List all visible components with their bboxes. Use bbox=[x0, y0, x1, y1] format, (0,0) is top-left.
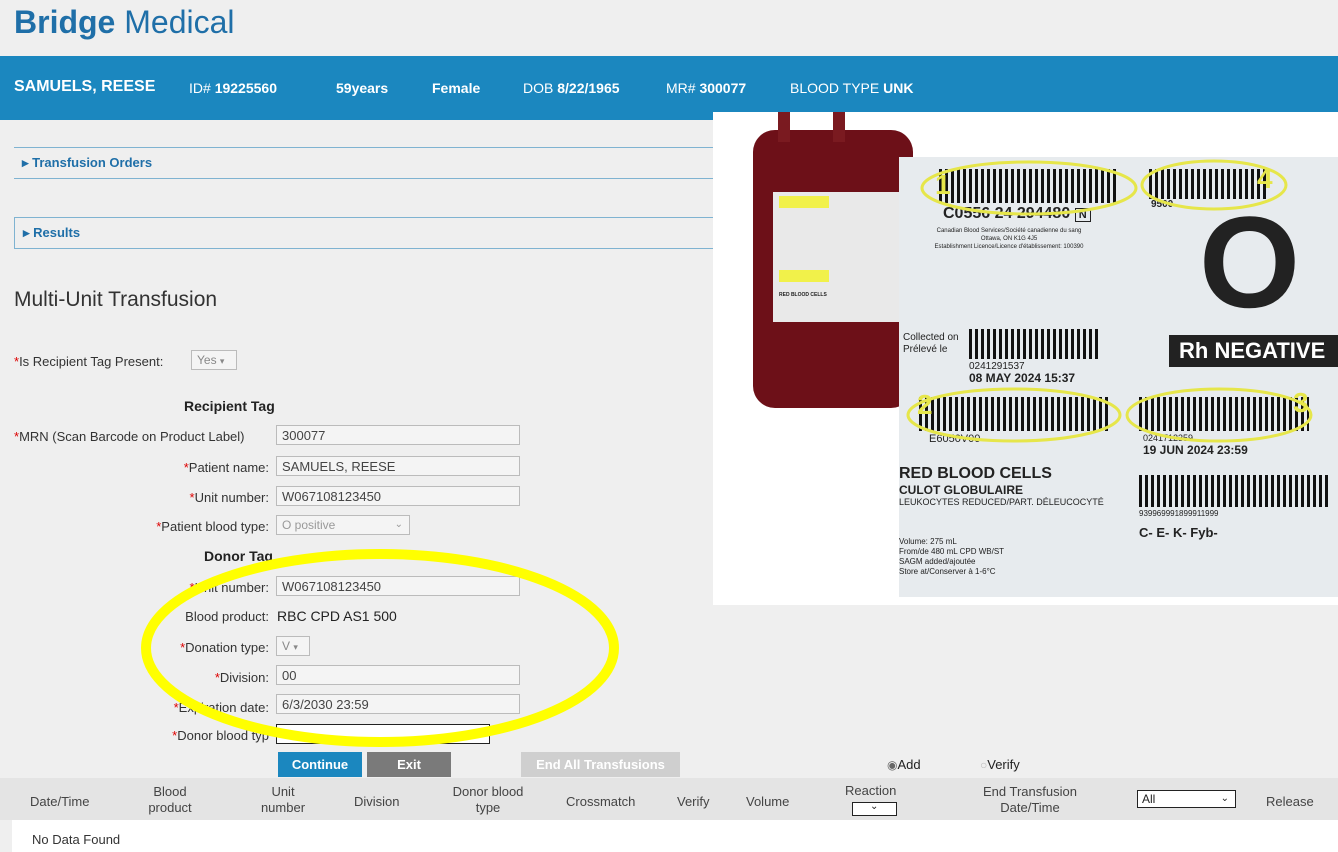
col-unit-number[interactable]: Unit number bbox=[253, 784, 313, 816]
status-filter-select[interactable]: All ⌄ bbox=[1137, 790, 1236, 808]
patient-blood-type-select[interactable]: O positive ⌄ bbox=[276, 515, 410, 535]
verify-radio[interactable]: ○Verify bbox=[980, 757, 1020, 772]
chevron-down-icon: ⌄ bbox=[870, 801, 879, 812]
patient-dob-value: 8/22/1965 bbox=[557, 80, 620, 96]
recipient-tag-heading: Recipient Tag bbox=[184, 398, 275, 414]
col-end-transfusion[interactable]: End Transfusion Date/Time bbox=[970, 784, 1090, 816]
highlight-ellipse bbox=[141, 549, 619, 747]
mrn-input[interactable]: 300077 bbox=[276, 425, 520, 445]
results-section[interactable]: ▸ Results bbox=[14, 217, 716, 249]
patient-id-value: 19225560 bbox=[214, 80, 277, 96]
bag-tube-2 bbox=[833, 112, 845, 142]
brand-medical: Medical bbox=[115, 4, 235, 40]
continue-button[interactable]: Continue bbox=[278, 752, 362, 777]
bag-barcode bbox=[779, 270, 829, 282]
patient-mr-value: 300077 bbox=[699, 80, 747, 96]
patient-sex: Female bbox=[432, 80, 481, 96]
bag-label-text: RED BLOOD CELLS bbox=[779, 292, 827, 298]
marker-1: 1 bbox=[935, 169, 951, 200]
bag-barcode bbox=[779, 196, 829, 208]
transfusion-orders-toggle[interactable]: ▸ Transfusion Orders bbox=[22, 155, 152, 171]
add-radio[interactable]: ◉Add bbox=[887, 757, 921, 772]
patient-dob: DOB 8/22/1965 bbox=[523, 80, 620, 96]
col-crossmatch[interactable]: Crossmatch bbox=[566, 794, 635, 810]
marker-2: 2 bbox=[917, 389, 933, 420]
patient-blood-type-value: UNK bbox=[883, 80, 914, 96]
recipient-tag-present-label: *Is Recipient Tag Present: bbox=[14, 354, 164, 369]
patient-mr-label: MR# bbox=[666, 80, 696, 96]
patient-blood-type: BLOOD TYPE UNK bbox=[790, 80, 913, 96]
col-volume[interactable]: Volume bbox=[746, 794, 789, 810]
table-body: No Data Found bbox=[12, 820, 1338, 852]
label-closeup: C0556 24 294480 N 9500 Canadian Blood Se… bbox=[899, 157, 1338, 597]
patient-banner: SAMUELS, REESE ID# 19225560 59years Fema… bbox=[0, 56, 1338, 120]
patient-dob-label: DOB bbox=[523, 80, 554, 96]
transfusion-orders-section[interactable]: ▸ Transfusion Orders bbox=[14, 147, 714, 179]
reaction-filter-select[interactable]: ⌄ bbox=[852, 801, 897, 816]
empty-message: No Data Found bbox=[32, 832, 121, 847]
unit-number-input[interactable]: W067108123450 bbox=[276, 486, 520, 506]
marker-4: 4 bbox=[1257, 163, 1273, 194]
marker-3: 3 bbox=[1293, 387, 1309, 418]
patient-mr: MR# 300077 bbox=[666, 80, 746, 96]
col-date-time[interactable]: Date/Time bbox=[30, 794, 89, 810]
brand-logo: Bridge Medical bbox=[14, 4, 235, 41]
patient-blood-type-label: *Patient blood type: bbox=[156, 519, 269, 534]
col-reaction[interactable]: Reaction bbox=[845, 783, 896, 799]
radio-selected-icon: ◉ bbox=[887, 758, 898, 772]
col-donor-blood-type[interactable]: Donor blood type bbox=[444, 784, 532, 816]
chevron-down-icon: ⌄ bbox=[1220, 793, 1229, 804]
col-verify[interactable]: Verify bbox=[677, 794, 710, 810]
patient-name: SAMUELS, REESE bbox=[14, 78, 156, 95]
patient-id-label: ID# bbox=[189, 80, 211, 96]
patient-blood-type-label: BLOOD TYPE bbox=[790, 80, 880, 96]
col-release[interactable]: Release bbox=[1266, 794, 1314, 810]
page-title: Multi-Unit Transfusion bbox=[14, 288, 218, 311]
blood-label-photo: RED BLOOD CELLS C0556 24 294480 N 9500 C… bbox=[713, 112, 1338, 605]
bag-label: RED BLOOD CELLS bbox=[773, 192, 903, 322]
patient-name-input[interactable]: SAMUELS, REESE bbox=[276, 456, 520, 476]
col-blood-product[interactable]: Blood product bbox=[140, 784, 200, 816]
col-division[interactable]: Division bbox=[354, 794, 400, 810]
barcode-highlights bbox=[906, 159, 1313, 443]
brand-bridge: Bridge bbox=[14, 4, 116, 40]
chevron-down-icon: ⌄ bbox=[394, 519, 403, 530]
end-all-transfusions-button[interactable]: End All Transfusions bbox=[521, 752, 680, 777]
patient-id: ID# 19225560 bbox=[189, 80, 277, 96]
patient-age: 59years bbox=[336, 80, 389, 96]
table-header: Date/Time Blood product Unit number Divi… bbox=[0, 778, 1338, 820]
patient-name-label: *Patient name: bbox=[183, 460, 269, 475]
exit-button[interactable]: Exit bbox=[367, 752, 451, 777]
unit-number-label: *Unit number: bbox=[189, 490, 269, 505]
bag-tube bbox=[778, 112, 790, 142]
results-toggle[interactable]: ▸ Results bbox=[23, 225, 80, 241]
mrn-label: *MRN (Scan Barcode on Product Label) bbox=[14, 429, 245, 444]
recipient-tag-present-select[interactable]: Yes ▾ bbox=[191, 350, 237, 370]
